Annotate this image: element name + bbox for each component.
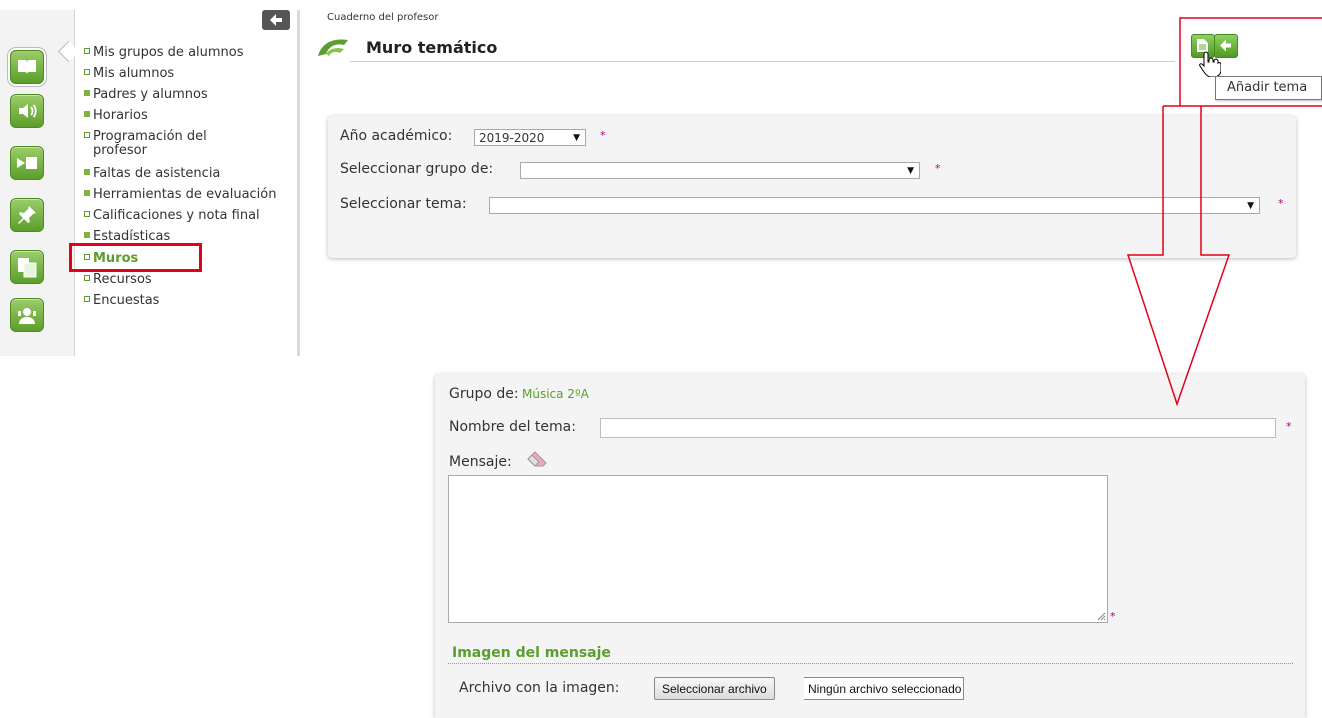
message-textarea[interactable] xyxy=(448,475,1108,623)
menu-item-horarios[interactable]: Horarios xyxy=(84,109,148,123)
pin-icon[interactable] xyxy=(10,198,44,232)
required-mark: * xyxy=(1286,420,1292,433)
group-label: Seleccionar grupo de: xyxy=(340,161,494,177)
topic-select[interactable]: ▼ xyxy=(489,197,1260,214)
year-label: Año académico: xyxy=(340,128,453,144)
speaker-icon[interactable] xyxy=(10,94,44,128)
menu-item-estadisticas[interactable]: Estadísticas xyxy=(84,230,170,244)
required-mark: * xyxy=(600,129,606,142)
icon-rail xyxy=(0,10,75,356)
bullet-icon xyxy=(84,90,90,96)
eraser-icon[interactable] xyxy=(526,450,548,468)
form-group-value: Música 2ºA xyxy=(522,387,589,401)
menu-item-padres[interactable]: Padres y alumnos xyxy=(84,88,208,102)
bullet-icon xyxy=(84,169,90,175)
breadcrumb: Cuaderno del profesor xyxy=(327,12,439,23)
bullet-icon xyxy=(84,211,90,217)
file-status: Ningún archivo seleccionado xyxy=(804,677,965,700)
required-mark: * xyxy=(1110,610,1116,623)
topic-label: Seleccionar tema: xyxy=(340,196,467,212)
hand-cursor-icon xyxy=(1199,51,1221,77)
bullet-icon xyxy=(84,232,90,238)
dropdown-caret-icon: ▼ xyxy=(573,133,580,143)
menu-item-mis-alumnos[interactable]: Mis alumnos xyxy=(84,67,174,81)
choose-file-button[interactable]: Seleccionar archivo xyxy=(654,677,775,700)
required-mark: * xyxy=(1278,197,1284,210)
page-title: Muro temático xyxy=(366,38,498,57)
menu-item-mis-grupos[interactable]: Mis grupos de alumnos xyxy=(84,46,244,60)
required-mark: * xyxy=(935,162,941,175)
form-group-label: Grupo de: xyxy=(449,386,519,402)
book-icon[interactable] xyxy=(10,50,44,84)
video-icon[interactable] xyxy=(10,146,44,180)
menu-item-herramientas[interactable]: Herramientas de evaluación xyxy=(84,188,277,202)
menu-item-programacion[interactable]: Programación del profesor xyxy=(84,130,207,158)
dropdown-caret-icon: ▼ xyxy=(1247,201,1254,211)
group-select[interactable]: ▼ xyxy=(520,162,920,179)
contact-icon[interactable] xyxy=(10,298,44,332)
menu-item-calificaciones[interactable]: Calificaciones y nota final xyxy=(84,209,260,223)
bullet-icon xyxy=(84,296,90,302)
collapse-menu-button[interactable] xyxy=(262,10,290,30)
bullet-icon xyxy=(84,132,90,138)
bullet-icon xyxy=(84,69,90,75)
dropdown-caret-icon: ▼ xyxy=(907,166,914,176)
file-label: Archivo con la imagen: xyxy=(459,680,620,696)
resize-grip-icon[interactable] xyxy=(1096,611,1106,621)
filter-panel: Año académico: 2019-2020 ▼ * Seleccionar … xyxy=(328,116,1296,258)
tooltip-add-topic: Añadir tema xyxy=(1215,76,1322,100)
menu-item-encuestas[interactable]: Encuestas xyxy=(84,294,159,308)
bullet-icon xyxy=(84,111,90,117)
bullet-icon xyxy=(84,190,90,196)
image-section-title: Imagen del mensaje xyxy=(452,645,611,661)
title-divider xyxy=(350,61,1175,62)
topic-name-input[interactable] xyxy=(600,418,1276,438)
section-divider xyxy=(448,663,1293,664)
copy-icon[interactable] xyxy=(10,250,44,284)
new-topic-form: Grupo de: Música 2ºA Nombre del tema: * … xyxy=(435,374,1305,718)
highlight-box-muros xyxy=(69,243,202,272)
bullet-icon xyxy=(84,48,90,54)
bullet-icon xyxy=(84,275,90,281)
menu-item-faltas[interactable]: Faltas de asistencia xyxy=(84,167,220,181)
arrow-left-icon xyxy=(270,14,282,26)
topic-name-label: Nombre del tema: xyxy=(449,419,576,435)
year-select[interactable]: 2019-2020 ▼ xyxy=(474,129,586,146)
logo-swoosh-icon xyxy=(318,39,348,56)
message-label: Mensaje: xyxy=(449,454,512,470)
side-menu: Mis grupos de alumnos Mis alumnos Padres… xyxy=(75,10,300,356)
menu-item-recursos[interactable]: Recursos xyxy=(84,273,152,287)
